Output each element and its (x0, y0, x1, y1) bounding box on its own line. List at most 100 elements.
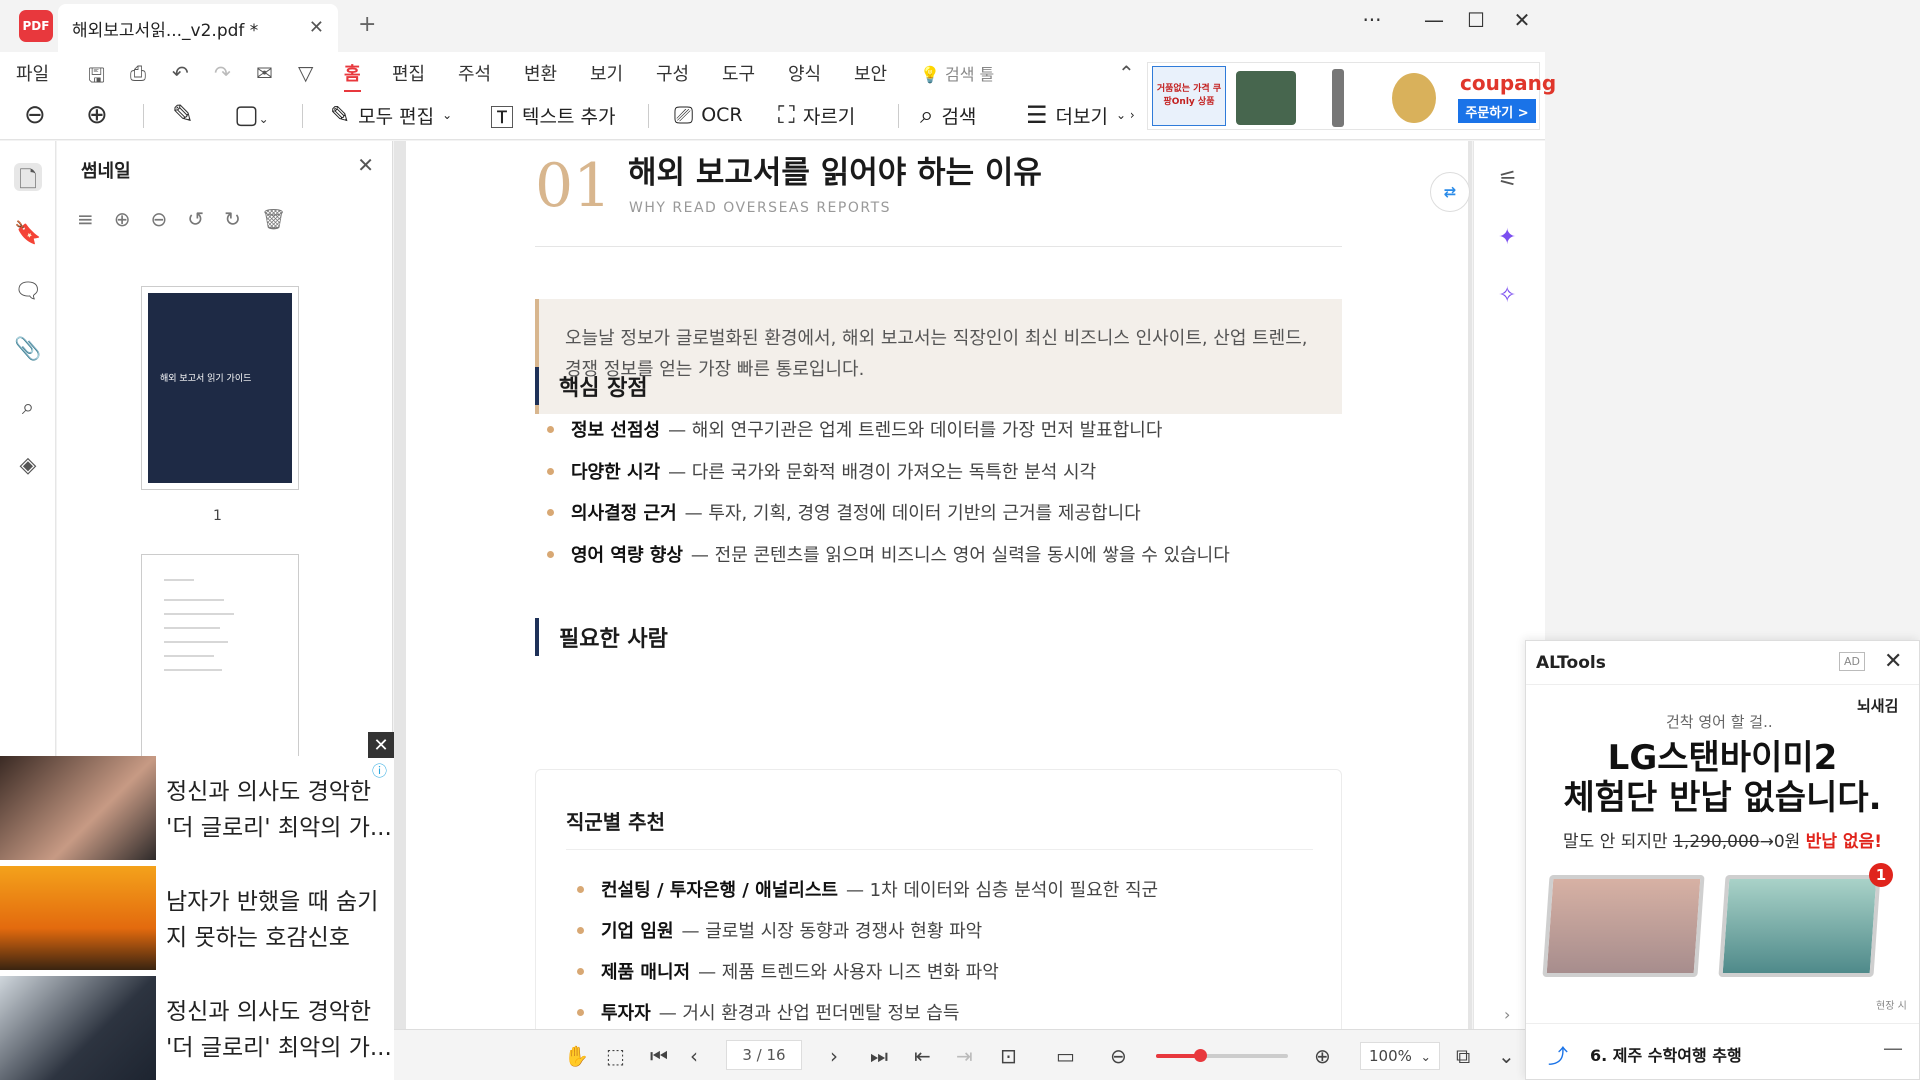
thumbnail-page-1[interactable]: 해외 보고서 읽기 가이드 (141, 286, 299, 490)
menu-convert[interactable]: 변환 (524, 60, 557, 86)
minimize-button[interactable]: — (1414, 8, 1454, 32)
recommendation-term: 제품 매니저 (601, 962, 691, 983)
thumbnail-page-number: 1 (213, 508, 222, 524)
last-page-icon[interactable]: ⏭ (870, 1044, 888, 1068)
previous-view-icon[interactable]: ⇤ (914, 1044, 931, 1068)
thumbnail-zoom-out-icon[interactable]: ⊖ (151, 207, 168, 231)
translate-button[interactable]: ⇄ (1430, 172, 1470, 212)
crop-button[interactable]: ⛶ 자르기 (778, 98, 855, 132)
search-tool-link[interactable]: 💡 검색 툴 (920, 61, 994, 85)
menu-home[interactable]: 홈 (344, 60, 361, 93)
edit-icon: ✎ (330, 101, 351, 129)
maximize-button[interactable]: ☐ (1456, 8, 1496, 32)
actual-size-icon[interactable]: ⊡ (1000, 1044, 1017, 1068)
page-number-input[interactable]: 3 / 16 (726, 1040, 802, 1070)
recommendation-desc: — 글로벌 시장 동향과 경쟁사 현황 파악 (681, 921, 983, 942)
properties-sliders-icon[interactable]: ⚟ (1498, 167, 1518, 192)
new-tab-button[interactable]: + (358, 12, 376, 37)
feed-ad-thumbnail (0, 756, 156, 860)
ocr-button[interactable]: ⎚ OCR (674, 98, 743, 132)
undo-icon[interactable]: ↶ (172, 61, 189, 85)
menu-edit[interactable]: 편집 (392, 60, 425, 86)
page-display-icon[interactable]: ▭ (1056, 1044, 1075, 1068)
thumbnail-options-icon[interactable]: ≡ (77, 207, 94, 231)
bookmark-icon[interactable]: 🔖 (14, 221, 42, 249)
search-label: 검색 (941, 105, 977, 128)
rotate-right-icon[interactable]: ↻ (224, 207, 241, 231)
delete-page-icon[interactable]: 🗑 (261, 207, 286, 231)
collapse-ribbon-icon[interactable]: ⌃ (1118, 61, 1135, 85)
menu-organize[interactable]: 구성 (656, 60, 689, 86)
close-ad-button[interactable]: ✕ (368, 732, 394, 758)
chevron-right-icon[interactable]: › (1504, 1005, 1510, 1024)
open-external-icon[interactable]: ⧉ (1456, 1044, 1470, 1068)
thumbnail-page-2[interactable] (141, 554, 299, 764)
feed-ad-item[interactable]: 정신과 의사도 경악한 '더 글로리' 최악의 가... (0, 976, 394, 1080)
ai-chat-icon[interactable]: ✧ (1498, 283, 1516, 308)
recommendation-term: 기업 임원 (601, 921, 674, 942)
feed-ad: 정신과 의사도 경악한 '더 글로리' 최악의 가... 남자가 반했을 때 숨… (0, 756, 394, 1080)
top-banner-ad[interactable]: 거품없는 가격 쿠팡Only 상품 coupang 주문하기 > (1147, 62, 1556, 130)
feed-ad-item[interactable]: 정신과 의사도 경악한 '더 글로리' 최악의 가... (0, 756, 394, 864)
ad-info-icon[interactable]: ⓘ (372, 760, 387, 781)
search-icon[interactable]: ⌕ (14, 395, 42, 423)
thumbnail-page-icon[interactable]: 🗋 (14, 163, 42, 193)
layers-icon[interactable]: ◈ (14, 453, 42, 481)
menu-annotate[interactable]: 주석 (458, 60, 491, 86)
close-icon[interactable]: ✕ (1884, 649, 1902, 674)
order-button[interactable]: 주문하기 > (1458, 99, 1536, 123)
ad-offer-highlight: 반납 없음! (1805, 832, 1882, 852)
section-heading: 필요한 사람 (535, 618, 668, 656)
altools-news-item[interactable]: ⤴ 6. 제주 수학여행 추행 — (1526, 1023, 1919, 1079)
select-tool-icon[interactable]: ⬚ (606, 1044, 625, 1068)
search-tool-label: 검색 툴 (945, 65, 995, 84)
intro-callout: 오늘날 정보가 글로벌화된 환경에서, 해외 보고서는 직장인이 최신 비즈니스… (535, 299, 1342, 414)
ocr-icon: ⎚ (674, 101, 694, 129)
zoom-level-select[interactable]: 100% ⌄ (1360, 1042, 1440, 1070)
ai-summary-icon[interactable]: ✦ (1498, 225, 1516, 250)
save-icon[interactable]: 🖫 (88, 61, 105, 95)
zoom-in-icon[interactable]: ⊕ (1314, 1044, 1331, 1068)
zoom-out-icon[interactable]: ⊖ (1110, 1044, 1127, 1068)
menu-tools[interactable]: 도구 (722, 60, 755, 86)
zoom-in-icon[interactable]: ⊕ (86, 100, 108, 130)
advantage-item: 다양한 시각 — 다른 국가와 문화적 배경이 가져오는 독특한 분석 시각 (547, 458, 1096, 484)
shape-rectangle-icon[interactable]: ▢⌄ (234, 100, 269, 130)
app-logo: PDF (19, 10, 53, 42)
menu-file[interactable]: 파일 (16, 60, 49, 86)
previous-page-icon[interactable]: ‹ (690, 1044, 698, 1068)
email-icon[interactable]: ✉ (256, 61, 273, 85)
feed-ad-headline: 정신과 의사도 경악한 '더 글로리' 최악의 가... (166, 999, 392, 1061)
zoom-slider[interactable] (1156, 1049, 1288, 1062)
highlighter-icon[interactable]: ✎ (172, 100, 194, 130)
close-window-button[interactable]: ✕ (1502, 8, 1542, 32)
document-tab[interactable]: 해외보고서읽..._v2.pdf * ✕ (58, 4, 338, 52)
menu-forms[interactable]: 양식 (788, 60, 821, 86)
minimize-icon[interactable]: — (1883, 1036, 1903, 1060)
search-button[interactable]: ⌕ 검색 (920, 98, 976, 132)
first-page-icon[interactable]: ⏮ (650, 1044, 668, 1068)
comment-icon[interactable]: 🗨 (14, 279, 42, 307)
next-page-icon[interactable]: › (830, 1044, 838, 1068)
menu-security[interactable]: 보안 (854, 60, 887, 86)
thumb-text-line (164, 599, 224, 601)
zoom-slider-handle[interactable] (1193, 1049, 1207, 1062)
redo-icon[interactable]: ↷ (214, 61, 231, 85)
add-text-button[interactable]: 🅃 텍스트 추가 (490, 98, 615, 132)
edit-all-button[interactable]: ✎ 모두 편집 ⌄ (330, 98, 452, 132)
quick-access-dropdown-icon[interactable]: ▽ (298, 61, 313, 85)
more-button[interactable]: ☰ 더보기 ⌄ › (1026, 98, 1135, 132)
rotate-left-icon[interactable]: ↺ (187, 207, 204, 231)
print-icon[interactable]: ⎙ (130, 61, 146, 85)
attachment-icon[interactable]: 📎 (14, 337, 42, 365)
zoom-out-icon[interactable]: ⊖ (24, 100, 46, 130)
more-options-icon[interactable]: ··· (1352, 8, 1392, 32)
hand-tool-icon[interactable]: ✋ (564, 1044, 589, 1068)
thumbnail-zoom-in-icon[interactable]: ⊕ (114, 207, 131, 231)
close-tab-icon[interactable]: ✕ (309, 17, 324, 38)
next-view-icon[interactable]: ⇥ (956, 1044, 973, 1068)
menu-view[interactable]: 보기 (590, 60, 623, 86)
close-panel-icon[interactable]: ✕ (357, 153, 374, 177)
scroll-down-icon[interactable]: ⌄ (1498, 1044, 1515, 1068)
feed-ad-item[interactable]: 남자가 반했을 때 숨기지 못하는 호감신호 (0, 866, 394, 974)
